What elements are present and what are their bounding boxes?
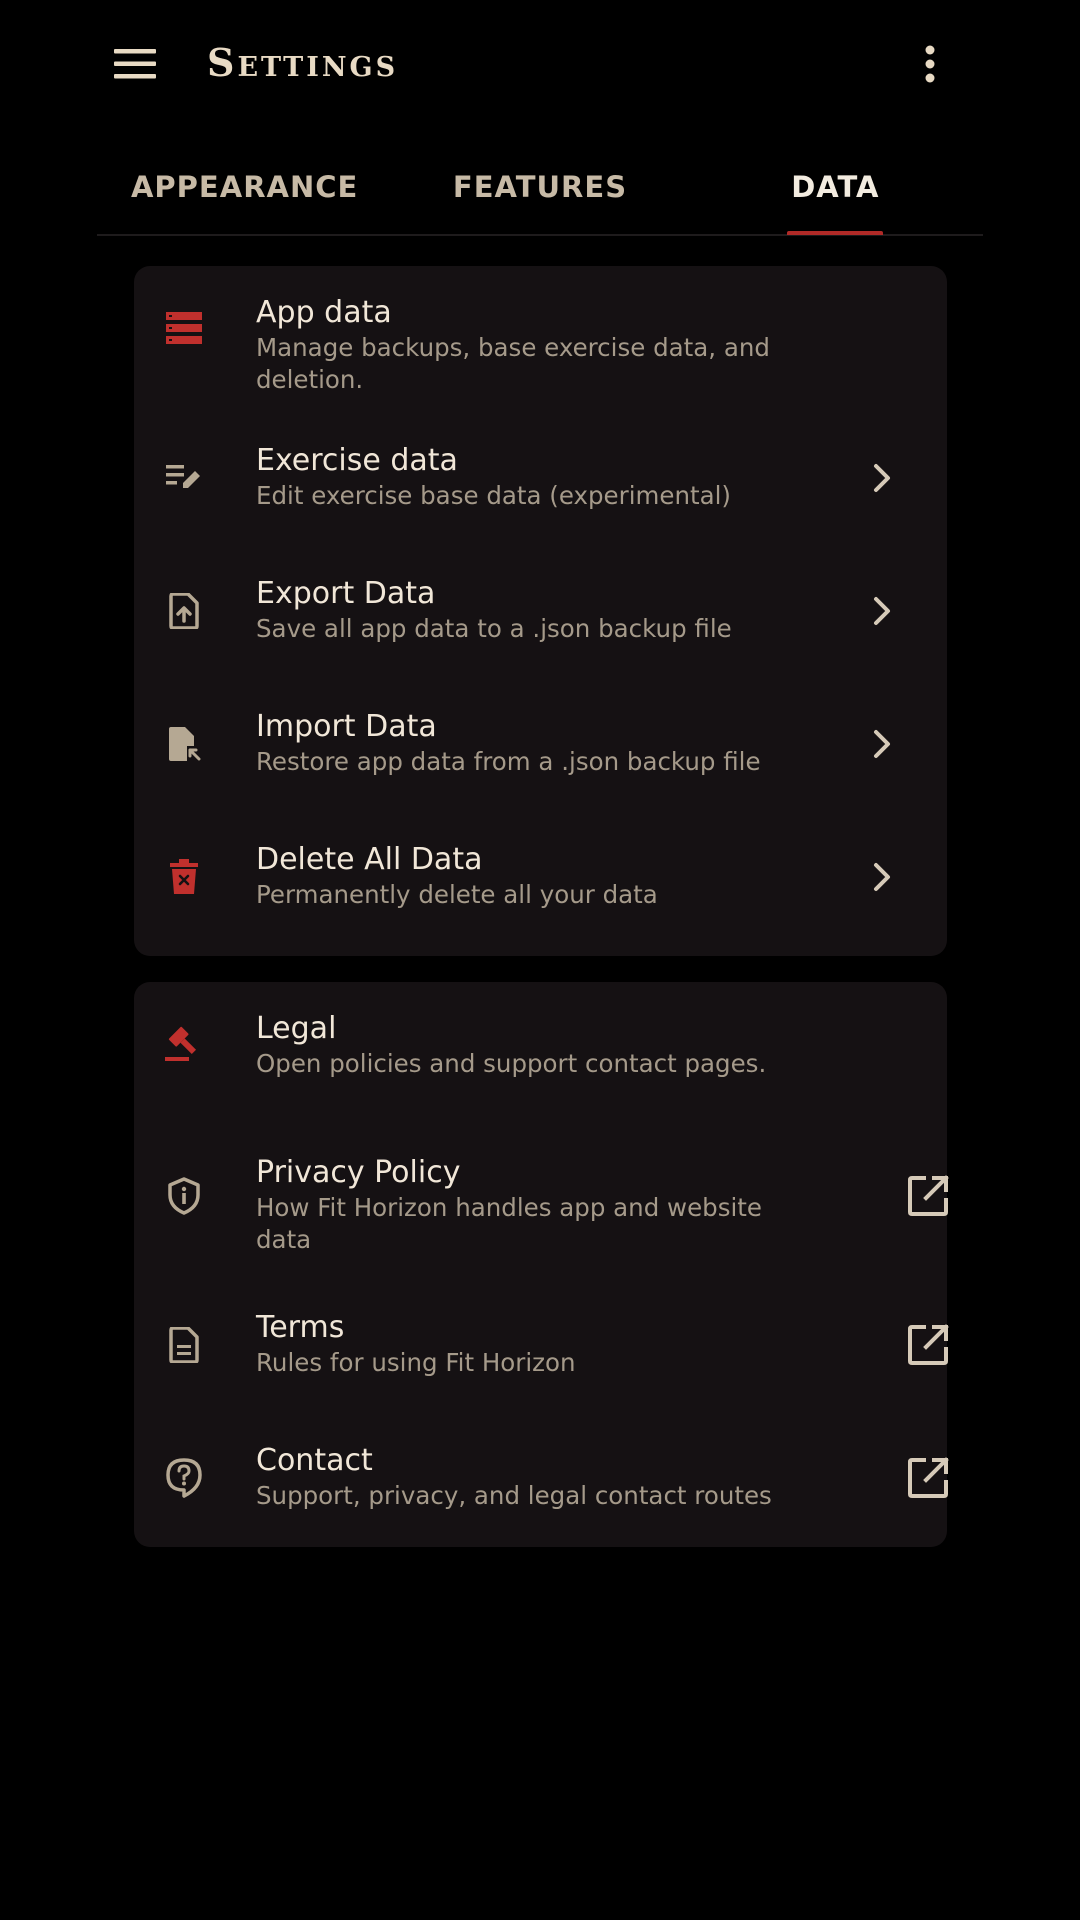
delete-forever-icon: [164, 857, 204, 897]
storage-icon: [164, 308, 204, 348]
active-tab-indicator: [787, 231, 884, 235]
item-title: Contact: [256, 1443, 373, 1478]
item-subtitle: Save all app data to a .json backup file: [256, 614, 732, 643]
item-subtitle: Rules for using Fit Horizon: [256, 1348, 576, 1377]
tab-label: APPEARANCE: [130, 170, 359, 204]
tab-label: DATA: [791, 170, 880, 204]
item-title: Privacy Policy: [256, 1155, 461, 1190]
list-item-privacy-policy[interactable]: Privacy Policy How Fit Horizon handles a…: [134, 1155, 950, 1270]
chevron-right-icon: [860, 855, 904, 899]
item-subtitle: Restore app data from a .json backup fil…: [256, 747, 761, 776]
list-item-import-data[interactable]: Import Data Restore app data from a .jso…: [134, 709, 947, 814]
settings-tabs: APPEARANCE FEATURES DATA: [97, 140, 983, 236]
item-subtitle: Support, privacy, and legal contact rout…: [256, 1481, 772, 1510]
section-title: App data: [256, 295, 392, 330]
page-title: Settings: [207, 40, 399, 85]
edit-note-icon: [164, 458, 204, 498]
tab-data[interactable]: DATA: [688, 140, 983, 235]
settings-screen: Settings APPEARANCE FEATURES DATA App da…: [97, 0, 983, 1920]
hamburger-menu-icon[interactable]: [111, 40, 159, 88]
contact-support-icon: [164, 1458, 204, 1498]
item-title: Exercise data: [256, 443, 458, 478]
privacy-shield-icon: [164, 1176, 204, 1216]
list-item-contact[interactable]: Contact Support, privacy, and legal cont…: [134, 1443, 950, 1548]
chevron-right-icon: [860, 589, 904, 633]
document-icon: [164, 1325, 204, 1365]
item-title: Delete All Data: [256, 842, 483, 877]
item-subtitle: Edit exercise base data (experimental): [256, 481, 731, 510]
section-title: Legal: [256, 1011, 337, 1046]
chevron-right-icon: [860, 456, 904, 500]
chevron-right-icon: [860, 722, 904, 766]
tab-label: FEATURES: [452, 170, 628, 204]
item-subtitle: Permanently delete all your data: [256, 880, 658, 909]
item-subtitle: How Fit Horizon handles app and website …: [256, 1193, 762, 1254]
open-in-new-icon: [906, 1456, 950, 1500]
section-subtitle: Manage backups, base exercise data, and …: [256, 333, 770, 394]
more-vertical-icon[interactable]: [906, 40, 954, 88]
item-title: Export Data: [256, 576, 436, 611]
section-header-legal: Legal Open policies and support contact …: [134, 1010, 947, 1120]
tab-features[interactable]: FEATURES: [392, 140, 687, 234]
list-item-delete-all-data[interactable]: Delete All Data Permanently delete all y…: [134, 842, 947, 947]
file-import-icon: [164, 724, 204, 764]
section-subtitle: Open policies and support contact pages.: [256, 1049, 767, 1078]
legal-card: Legal Open policies and support contact …: [134, 982, 950, 1548]
top-app-bar: Settings: [97, 0, 983, 126]
app-data-card: App data Manage backups, base exercise d…: [134, 266, 947, 956]
list-item-export-data[interactable]: Export Data Save all app data to a .json…: [134, 576, 947, 681]
tab-appearance[interactable]: APPEARANCE: [97, 140, 392, 234]
open-in-new-icon: [906, 1174, 950, 1218]
item-title: Import Data: [256, 709, 437, 744]
gavel-icon: [164, 1024, 204, 1064]
section-header-app-data: App data Manage backups, base exercise d…: [134, 294, 947, 404]
item-title: Terms: [256, 1310, 345, 1345]
file-upload-icon: [164, 591, 204, 631]
list-item-terms[interactable]: Terms Rules for using Fit Horizon: [134, 1310, 950, 1415]
list-item-exercise-data[interactable]: Exercise data Edit exercise base data (e…: [134, 443, 947, 548]
open-in-new-icon: [906, 1323, 950, 1367]
